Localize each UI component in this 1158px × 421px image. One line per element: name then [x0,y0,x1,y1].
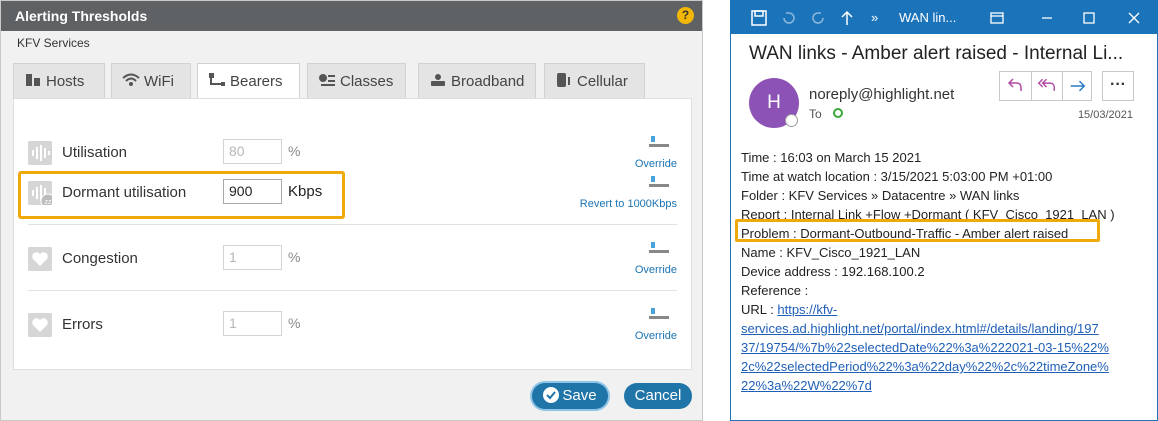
congestion-input[interactable]: 1 [223,245,282,270]
up-arrow-icon[interactable] [839,10,855,26]
to-label: To [809,107,822,121]
close-icon[interactable] [1126,10,1142,26]
row-unit: % [288,249,301,265]
hosts-icon [26,74,40,86]
email-window: » WAN lin... WAN links - Amber alert rai… [730,0,1158,421]
tab-label: Broadband [451,73,525,90]
dialog-title: Alerting Thresholds [15,8,148,24]
bearers-panel: Utilisation 80 % Override zz Dormant uti… [13,98,692,370]
tab-label: Hosts [46,73,85,90]
row-label: Congestion [62,250,138,267]
wifi-icon [122,73,140,86]
sender-address[interactable]: noreply@highlight.net [809,86,954,103]
more-actions-button[interactable]: ··· [1102,71,1134,101]
maximize-icon[interactable] [1081,10,1097,26]
tab-label: WiFi [144,73,174,90]
broadband-icon [431,74,445,86]
report-link[interactable]: services.ad.highlight.net/portal/index.h… [741,321,1099,336]
body-line: Device address : 192.168.100.2 [741,264,925,279]
highlight-box [18,171,345,219]
cellular-icon [557,73,570,87]
tab-broadband[interactable]: Broadband [418,63,536,99]
row-label: Errors [62,316,103,333]
row-unit: % [288,143,301,159]
url-label: URL : [741,302,778,317]
cancel-button[interactable]: Cancel [624,383,692,409]
slider-icon [649,308,669,319]
email-subject: WAN links - Amber alert raised - Interna… [749,43,1124,64]
dialog-titlebar: Alerting Thresholds ? [1,1,702,31]
body-line: Time : 16:03 on March 15 2021 [741,150,922,165]
save-icon[interactable] [751,10,767,26]
alerting-thresholds-dialog: Alerting Thresholds ? KFV Services Hosts… [0,0,703,421]
tab-label: Bearers [230,73,283,90]
save-button[interactable]: Save [532,383,608,409]
presence-status-icon [785,114,798,127]
save-label: Save [562,387,597,404]
threshold-row-errors: Errors 1 % Override [14,300,691,350]
reply-icon[interactable] [1000,72,1031,100]
utilisation-icon [28,141,52,165]
cancel-label: Cancel [634,387,682,404]
recipient-status-icon [833,108,843,118]
row-divider [28,290,677,291]
override-link[interactable]: Override [635,264,677,276]
tab-classes[interactable]: Classes [307,63,406,99]
tab-cellular[interactable]: Cellular [544,63,645,99]
report-link[interactable]: 37/19754/%7b%22selectedDate%22%3a%222021… [741,340,1109,355]
highlight-box [735,219,1100,242]
report-link[interactable]: 2c%22selectedPeriod%22%3a%22day%22%2c%22… [741,359,1109,374]
row-divider [28,224,677,225]
tab-bearers[interactable]: Bearers [197,63,300,100]
email-body: Time : 16:03 on March 15 2021 Time at wa… [741,148,1151,395]
question-icon[interactable]: ? [677,7,694,24]
override-link[interactable]: Override [635,330,677,342]
reply-all-icon[interactable] [1031,72,1062,100]
forward-icon[interactable] [1062,72,1093,100]
url-line: services.ad.highlight.net/portal/index.h… [741,319,1151,338]
popout-icon[interactable] [989,10,1005,26]
slider-icon [649,242,669,253]
body-line: Time at watch location : 3/15/2021 5:03:… [741,169,1053,184]
body-line: Reference : [741,283,809,298]
more-icon[interactable]: » [871,10,878,25]
tab-label: Cellular [577,73,628,90]
threshold-row-congestion: Congestion 1 % Override [14,234,691,284]
dialog-subtitle: KFV Services [17,36,90,50]
redo-icon[interactable] [810,10,826,26]
congestion-heart-icon [28,247,52,271]
undo-icon[interactable] [781,10,797,26]
report-link[interactable]: https://kfv- [777,302,837,317]
report-link[interactable]: 22%3a%22W%22%7d [741,378,872,393]
tab-hosts[interactable]: Hosts [13,63,105,99]
url-line: 22%3a%22W%22%7d [741,376,1151,395]
bearers-icon [209,73,225,86]
revert-link[interactable]: Revert to 1000Kbps [580,198,677,210]
url-line: 2c%22selectedPeriod%22%3a%22day%22%2c%22… [741,357,1151,376]
url-line: URL : https://kfv- [741,300,1151,319]
url-line: 37/19754/%7b%22selectedDate%22%3a%222021… [741,338,1151,357]
row-label: Utilisation [62,144,128,161]
slider-icon [649,136,669,147]
classes-icon [319,74,335,86]
email-date: 15/03/2021 [1077,109,1133,121]
minimize-icon[interactable] [1039,10,1055,26]
errors-heart-icon [28,313,52,337]
body-line: Name : KFV_Cisco_1921_LAN [741,245,921,260]
slider-icon [649,176,669,187]
utilisation-input[interactable]: 80 [223,139,282,164]
tab-label: Classes [340,73,394,90]
window-title: WAN lin... [899,10,957,25]
tab-wifi[interactable]: WiFi [111,63,191,99]
check-icon [543,387,560,403]
body-line: Folder : KFV Services » Datacentre » WAN… [741,188,1020,203]
row-unit: % [288,315,301,331]
errors-input[interactable]: 1 [223,311,282,336]
reply-actions [999,71,1092,101]
email-titlebar: » WAN lin... [731,1,1157,34]
